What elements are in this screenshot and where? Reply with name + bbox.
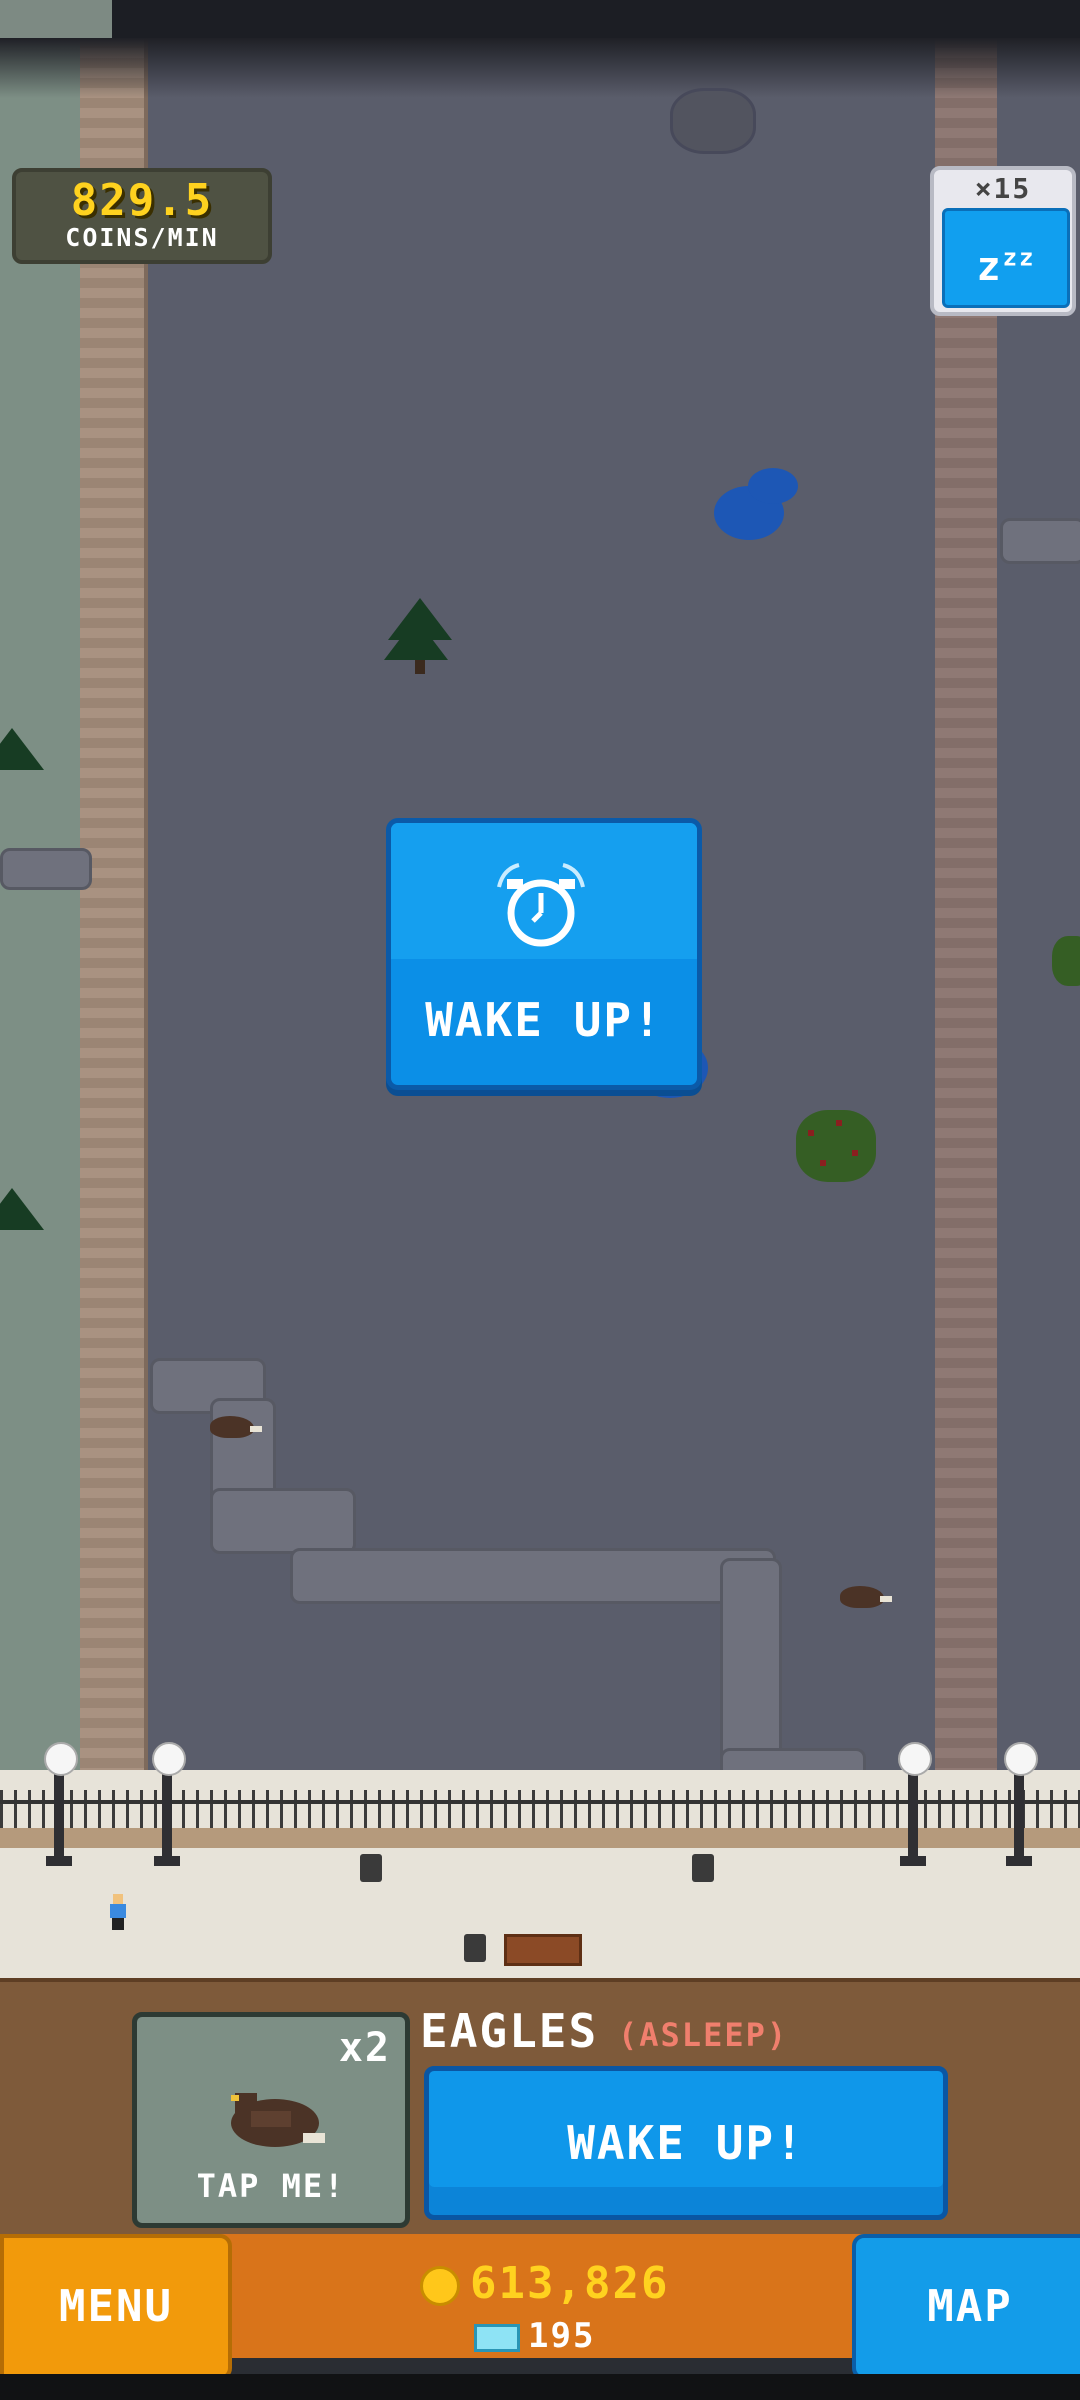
bottom-bar: MENU 613,826 195 MAP [0,2234,1080,2400]
species-panel: x2 TAP ME! EAGLES (ASLEEP) WAKE UP! [0,1978,1080,2238]
street-lamp [1004,1742,1038,1866]
navigation-bar [0,2374,1080,2400]
species-name: EAGLES [420,2004,599,2058]
sleep-booster[interactable]: ×15 zzz [930,166,1076,316]
gem-balance: 195 [474,2316,595,2356]
trash-bin [360,1854,382,1882]
tap-me-card[interactable]: x2 TAP ME! [132,2012,410,2228]
wake-up-card[interactable]: WAKE UP! [386,818,702,1090]
eagle-sprite[interactable] [210,1416,262,1438]
coin-balance: 613,826 [420,2258,669,2309]
berry-bush [796,1110,876,1182]
visitor [108,1894,128,1930]
wake-up-card-label: WAKE UP! [425,993,663,1047]
status-bar [0,0,1080,38]
sleep-button[interactable]: zzz [942,208,1070,308]
trash-bin [692,1854,714,1882]
coin-balance-value: 613,826 [470,2258,670,2309]
park-walkway [0,1742,1080,1978]
alarm-clock-icon [497,863,585,947]
map-button[interactable]: MAP [852,2234,1080,2380]
wake-up-button[interactable]: WAKE UP! [424,2066,948,2220]
eagle-sprite[interactable] [840,1586,892,1608]
tap-me-label: TAP ME! [196,2167,346,2205]
gem-icon [474,2323,520,2352]
menu-button[interactable]: MENU [0,2234,232,2380]
berry-bush [1052,936,1080,986]
eagle-icon [231,2093,325,2147]
park-bench [504,1934,582,1966]
animal-count: x2 [338,2025,391,2071]
species-status: (ASLEEP) [618,2016,789,2054]
coins-per-min-value: 829.5 [70,175,214,226]
street-lamp [152,1742,186,1866]
coin-icon [420,2266,460,2306]
rock [670,88,756,154]
street-lamp [898,1742,932,1866]
sleep-icon: zzz [976,244,1036,291]
grass-area [0,38,88,1978]
coins-per-min-unit: COINS/MIN [65,223,219,252]
sleep-multiplier: ×15 [974,172,1032,205]
dirt-border-left [80,38,148,1798]
gem-balance-value: 195 [528,2316,596,2356]
coins-per-min-display: 829.5 COINS/MIN [12,168,272,264]
street-lamp [44,1742,78,1866]
trash-bin [464,1934,486,1962]
